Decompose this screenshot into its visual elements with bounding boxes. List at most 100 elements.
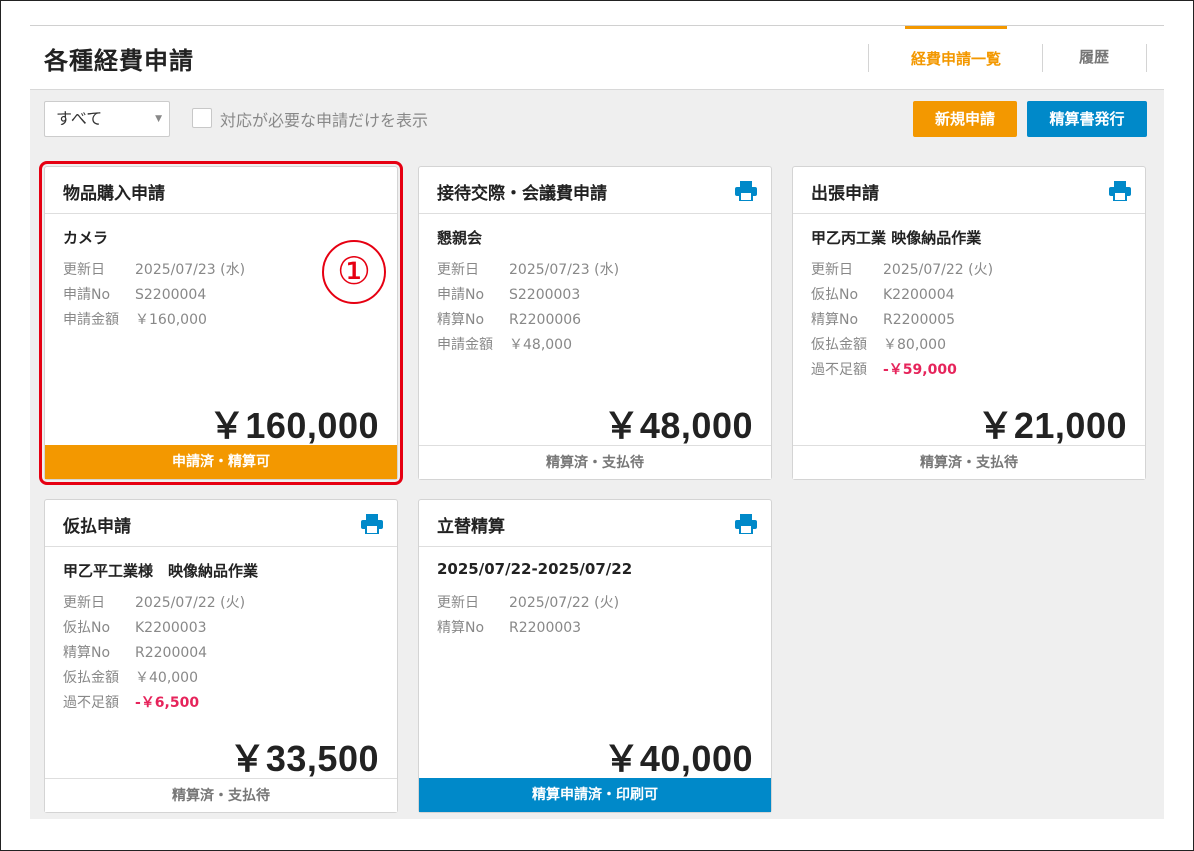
info-value: R2200003 xyxy=(509,620,582,636)
info-row: 更新日 2025/07/23 (水) xyxy=(437,259,619,284)
expense-card-advance-payment[interactable]: 仮払申請 甲乙平工業様 映像納品作業 更新日 2025/07/22 (火) 仮払N… xyxy=(44,499,398,813)
card-subtitle: 甲乙丙工業 映像納品作業 xyxy=(811,229,982,247)
needs-action-label[interactable]: 対応が必要な申請だけを表示 xyxy=(220,107,428,131)
info-row: 申請金額 ￥160,000 xyxy=(63,309,245,334)
card-amount: ￥40,000 xyxy=(603,738,753,779)
info-value: 2025/07/23 (水) xyxy=(135,262,246,278)
card-amount: ￥33,500 xyxy=(229,738,379,779)
expense-card-business-trip[interactable]: 出張申請 甲乙丙工業 映像納品作業 更新日 2025/07/22 (火) 仮払No… xyxy=(792,166,1146,480)
info-row: 更新日 2025/07/22 (火) xyxy=(811,259,993,284)
card-subtitle: カメラ xyxy=(63,229,109,247)
info-value: S2200003 xyxy=(509,287,581,303)
info-key: 精算No xyxy=(437,312,485,328)
info-value: R2200005 xyxy=(883,312,956,328)
card-subtitle: 2025/07/22-2025/07/22 xyxy=(437,560,633,578)
card-header: 仮払申請 xyxy=(45,500,397,547)
info-row: 仮払No K2200003 xyxy=(63,617,245,642)
info-value: R2200006 xyxy=(509,312,582,328)
status-badge: 申請済・精算可 xyxy=(45,445,397,479)
card-info: 更新日 2025/07/22 (火) 仮払No K2200003 精算No R2200… xyxy=(63,592,245,717)
card-title: 仮払申請 xyxy=(63,517,131,537)
info-value: K2200004 xyxy=(883,287,955,303)
card-amount: ￥48,000 xyxy=(603,405,753,446)
nav-divider xyxy=(1146,44,1147,72)
info-row: 申請No S2200004 xyxy=(63,284,245,309)
info-value-negative: -￥59,000 xyxy=(883,362,957,378)
status-badge: 精算済・支払待 xyxy=(793,445,1145,479)
status-badge: 精算申請済・印刷可 xyxy=(419,778,771,812)
card-amount: ￥160,000 xyxy=(208,405,379,446)
info-key: 申請金額 xyxy=(437,337,493,353)
info-row: 申請金額 ￥48,000 xyxy=(437,334,619,359)
info-key: 更新日 xyxy=(811,262,853,278)
tab-history[interactable]: 履歴 xyxy=(1060,26,1128,89)
info-row: 申請No S2200003 xyxy=(437,284,619,309)
issue-statement-button[interactable]: 精算書発行 xyxy=(1027,101,1147,137)
card-info: 更新日 2025/07/22 (火) 仮払No K2200004 精算No R2200… xyxy=(811,259,993,384)
chevron-down-icon: ▼ xyxy=(155,114,162,124)
expense-card-reimbursement[interactable]: 立替精算 2025/07/22-2025/07/22 更新日 2025/07/22… xyxy=(418,499,772,813)
info-value: ￥160,000 xyxy=(135,312,207,328)
info-key: 精算No xyxy=(811,312,859,328)
info-key: 更新日 xyxy=(63,595,105,611)
info-row: 更新日 2025/07/23 (水) xyxy=(63,259,245,284)
info-value: 2025/07/22 (火) xyxy=(883,262,994,278)
printer-icon[interactable] xyxy=(1109,181,1131,201)
info-row: 精算No R2200003 xyxy=(437,617,619,642)
tab-expense-list[interactable]: 経費申請一覧 xyxy=(905,26,1007,89)
info-key: 仮払金額 xyxy=(811,337,867,353)
info-key: 精算No xyxy=(437,620,485,636)
card-info: 更新日 2025/07/22 (火) 精算No R2200003 xyxy=(437,592,619,642)
card-header: 物品購入申請 xyxy=(45,167,397,214)
window-frame: 各種経費申請 経費申請一覧 履歴 すべて ▼ 対応が必要な申請だけを表示 新規申… xyxy=(0,0,1194,851)
info-row: 仮払金額 ￥80,000 xyxy=(811,334,993,359)
info-row: 精算No R2200006 xyxy=(437,309,619,334)
filter-select-value: すべて xyxy=(56,109,103,128)
info-row: 過不足額 -￥59,000 xyxy=(811,359,993,384)
info-row: 精算No R2200005 xyxy=(811,309,993,334)
info-key: 申請No xyxy=(437,287,485,303)
printer-icon[interactable] xyxy=(361,514,383,534)
info-value: 2025/07/22 (火) xyxy=(509,595,620,611)
card-header: 立替精算 xyxy=(419,500,771,547)
nav-divider xyxy=(1042,44,1043,72)
info-value: 2025/07/23 (水) xyxy=(509,262,620,278)
expense-card-goods-purchase[interactable]: 物品購入申請 カメラ 更新日 2025/07/23 (水) 申請No S220000… xyxy=(39,161,403,485)
card-header: 接待交際・会議費申請 xyxy=(419,167,771,214)
info-key: 更新日 xyxy=(437,262,479,278)
card-title: 接待交際・会議費申請 xyxy=(437,184,607,204)
nav-divider xyxy=(868,44,869,72)
info-key: 過不足額 xyxy=(811,362,867,378)
filter-select[interactable]: すべて ▼ xyxy=(44,101,170,137)
page-header: 各種経費申請 経費申請一覧 履歴 xyxy=(30,26,1164,90)
status-badge: 精算済・支払待 xyxy=(419,445,771,479)
info-key: 仮払No xyxy=(811,287,859,303)
status-badge: 精算済・支払待 xyxy=(45,778,397,812)
card-info: 更新日 2025/07/23 (水) 申請No S2200003 精算No R2200… xyxy=(437,259,619,359)
card-title: 物品購入申請 xyxy=(63,184,165,204)
new-request-button[interactable]: 新規申請 xyxy=(913,101,1017,137)
info-key: 仮払No xyxy=(63,620,111,636)
info-row: 仮払金額 ￥40,000 xyxy=(63,667,245,692)
info-key: 更新日 xyxy=(63,262,105,278)
needs-action-checkbox[interactable] xyxy=(192,108,212,128)
printer-icon[interactable] xyxy=(735,514,757,534)
info-value: K2200003 xyxy=(135,620,207,636)
card-info: 更新日 2025/07/23 (水) 申請No S2200004 申請金額 ￥160,… xyxy=(63,259,245,334)
expense-card-entertainment[interactable]: 接待交際・会議費申請 懇親会 更新日 2025/07/23 (水) 申請No S22… xyxy=(418,166,772,480)
info-row: 更新日 2025/07/22 (火) xyxy=(437,592,619,617)
info-row: 仮払No K2200004 xyxy=(811,284,993,309)
info-key: 仮払金額 xyxy=(63,670,119,686)
card-header: 出張申請 xyxy=(793,167,1145,214)
page-title: 各種経費申請 xyxy=(44,47,194,75)
card-subtitle: 甲乙平工業様 映像納品作業 xyxy=(63,562,259,580)
card-subtitle: 懇親会 xyxy=(437,229,483,247)
info-key: 過不足額 xyxy=(63,695,119,711)
info-value: R2200004 xyxy=(135,645,208,661)
expense-app: 各種経費申請 経費申請一覧 履歴 すべて ▼ 対応が必要な申請だけを表示 新規申… xyxy=(30,25,1164,819)
card-title: 出張申請 xyxy=(811,184,879,204)
printer-icon[interactable] xyxy=(735,181,757,201)
info-row: 精算No R2200004 xyxy=(63,642,245,667)
info-key: 精算No xyxy=(63,645,111,661)
info-value: ￥40,000 xyxy=(135,670,198,686)
